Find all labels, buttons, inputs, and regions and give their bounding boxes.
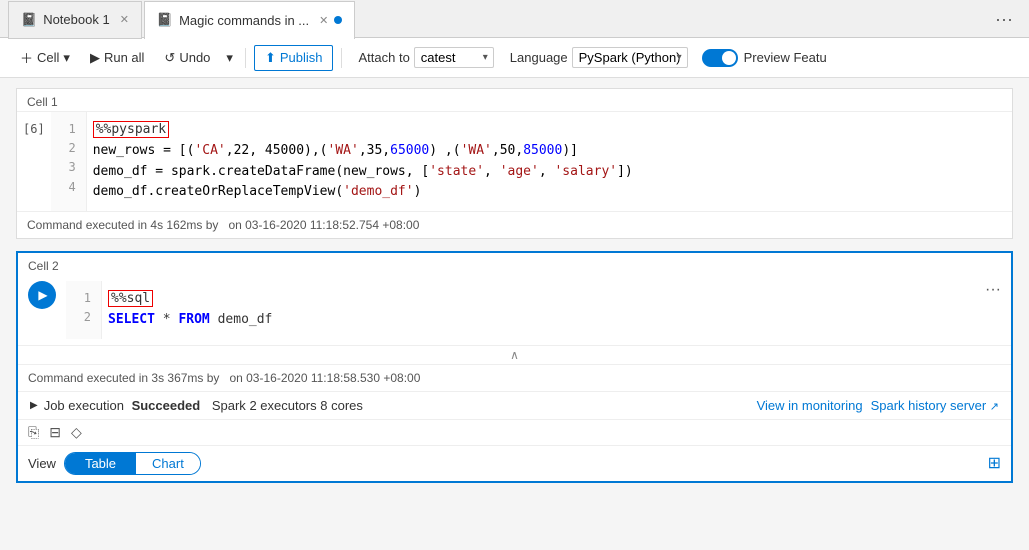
tab-magic-commands[interactable]: 📓 Magic commands in ... ✕: [144, 1, 355, 39]
job-links: View in monitoring Spark history server …: [757, 398, 999, 413]
divider1: [245, 48, 246, 68]
unsaved-dot: [334, 16, 342, 24]
line-num-1: 1: [61, 120, 76, 139]
language-select[interactable]: PySpark (Python): [572, 47, 688, 68]
divider2: [341, 48, 342, 68]
chevron-btn[interactable]: ▾: [222, 48, 237, 68]
undo-button[interactable]: ↺ Undo: [156, 46, 218, 70]
preview-toggle-container: Preview Featu: [702, 49, 827, 67]
attach-select[interactable]: catest: [414, 47, 494, 68]
tab-more-button[interactable]: ···: [987, 6, 1021, 32]
cell2-code-wrapper: 1 2 %%sql SELECT * FROM demo_df: [66, 281, 985, 339]
notebook2-icon: 📓: [157, 12, 173, 28]
preview-toggle[interactable]: [702, 49, 738, 67]
notebook-icon: 📓: [21, 12, 37, 28]
tab1-close[interactable]: ✕: [120, 13, 129, 26]
cell2-line1: %%sql: [108, 289, 979, 310]
copy-icon[interactable]: ⎘: [28, 424, 39, 441]
clear-icon[interactable]: ◇: [71, 424, 82, 441]
external-link-icon: ↗: [990, 401, 999, 413]
cell2-line-num-1: 1: [76, 289, 91, 308]
filter-icon[interactable]: ⊟: [49, 424, 61, 441]
spark-history-link[interactable]: Spark history server ↗: [871, 398, 999, 413]
tab2-label: Magic commands in ...: [179, 13, 309, 28]
tab-bar: 📓 Notebook 1 ✕ 📓 Magic commands in ... ✕…: [0, 0, 1029, 38]
view-tab-group: Table Chart: [64, 452, 201, 475]
table-tab[interactable]: Table: [65, 453, 136, 474]
magic-sql: %%sql: [108, 290, 153, 307]
cell1-code-area: [6] 1 2 3 4 %%pyspark new_rows = [('CA',…: [17, 111, 1012, 211]
language-select-wrapper: PySpark (Python): [572, 47, 688, 68]
cell1: Cell 1 [6] 1 2 3 4 %%pyspark new_rows = …: [16, 88, 1013, 239]
cell2-run-button[interactable]: ▶: [28, 281, 56, 309]
job-execution-label: Job execution Succeeded Spark 2 executor…: [44, 398, 363, 413]
cell1-line-numbers: 1 2 3 4: [51, 112, 87, 211]
toolbar: ＋ Cell ▾ ▶ Run all ↺ Undo ▾ ⬆ Publish At…: [0, 38, 1029, 78]
cell1-status: Command executed in 4s 162ms by on 03-16…: [17, 211, 1012, 238]
collapse-bar[interactable]: ∧: [18, 345, 1011, 364]
magic-pyspark: %%pyspark: [93, 121, 169, 138]
chart-tab[interactable]: Chart: [136, 453, 200, 474]
cell1-label: Cell 1: [17, 89, 1012, 111]
tab-notebook1[interactable]: 📓 Notebook 1 ✕: [8, 1, 142, 39]
run-icon: ▶: [38, 288, 47, 302]
cell2-line-num-2: 2: [76, 308, 91, 327]
attach-to-label: Attach to: [358, 50, 409, 65]
expand-icon[interactable]: ⊞: [988, 453, 1001, 473]
cell1-line2: new_rows = [('CA',22, 45000),('WA',35,65…: [93, 141, 1006, 162]
language-label: Language: [510, 50, 568, 65]
toggle-knob: [722, 51, 736, 65]
view-row: View Table Chart ⊞: [18, 445, 1011, 481]
cell2-code-area: ▶ 1 2 %%sql SELECT * FROM demo_df ···: [18, 275, 1011, 345]
cell1-exec-num: [6]: [17, 112, 51, 211]
line-num-2: 2: [61, 139, 76, 158]
cell2-status: Command executed in 3s 367ms by on 03-16…: [18, 364, 1011, 391]
cell2-inner-code: 1 2 %%sql SELECT * FROM demo_df: [66, 281, 985, 339]
cell2-label: Cell 2: [18, 253, 1011, 275]
cell2-line2: SELECT * FROM demo_df: [108, 310, 979, 331]
publish-button[interactable]: ⬆ Publish: [254, 45, 334, 71]
tab1-label: Notebook 1: [43, 12, 110, 27]
cell2-code-lines[interactable]: %%sql SELECT * FROM demo_df: [102, 281, 985, 339]
cell1-code-lines[interactable]: %%pyspark new_rows = [('CA',22, 45000),(…: [87, 112, 1012, 211]
chevron-down-icon: ▾: [63, 50, 70, 66]
cell1-line3: demo_df = spark.createDataFrame(new_rows…: [93, 162, 1006, 183]
output-toolbar: ⎘ ⊟ ◇: [18, 419, 1011, 445]
plus-icon: ＋: [20, 48, 33, 67]
attach-select-wrapper: catest: [414, 47, 494, 68]
cell-button[interactable]: ＋ Cell ▾: [12, 44, 78, 71]
undo-icon: ↺: [164, 50, 175, 66]
cell1-line1: %%pyspark: [93, 120, 1006, 141]
job-status-bar: ▶ Job execution Succeeded Spark 2 execut…: [18, 391, 1011, 419]
main-content: Cell 1 [6] 1 2 3 4 %%pyspark new_rows = …: [0, 78, 1029, 550]
view-monitoring-link[interactable]: View in monitoring: [757, 398, 863, 413]
tab2-close[interactable]: ✕: [319, 14, 328, 27]
play-small-icon: ▶: [30, 400, 38, 411]
preview-label: Preview Featu: [744, 50, 827, 65]
line-num-3: 3: [61, 158, 76, 177]
view-label: View: [28, 456, 56, 471]
cell1-line4: demo_df.createOrReplaceTempView('demo_df…: [93, 182, 1006, 203]
cell2: Cell 2 ▶ 1 2 %%sql SELECT * FROM demo_df…: [16, 251, 1013, 483]
run-all-button[interactable]: ▶ Run all: [82, 46, 152, 70]
cell2-line-numbers: 1 2: [66, 281, 102, 339]
run-all-icon: ▶: [90, 50, 100, 66]
line-num-4: 4: [61, 178, 76, 197]
publish-icon: ⬆: [265, 50, 276, 66]
cell2-more-button[interactable]: ···: [985, 281, 1001, 299]
